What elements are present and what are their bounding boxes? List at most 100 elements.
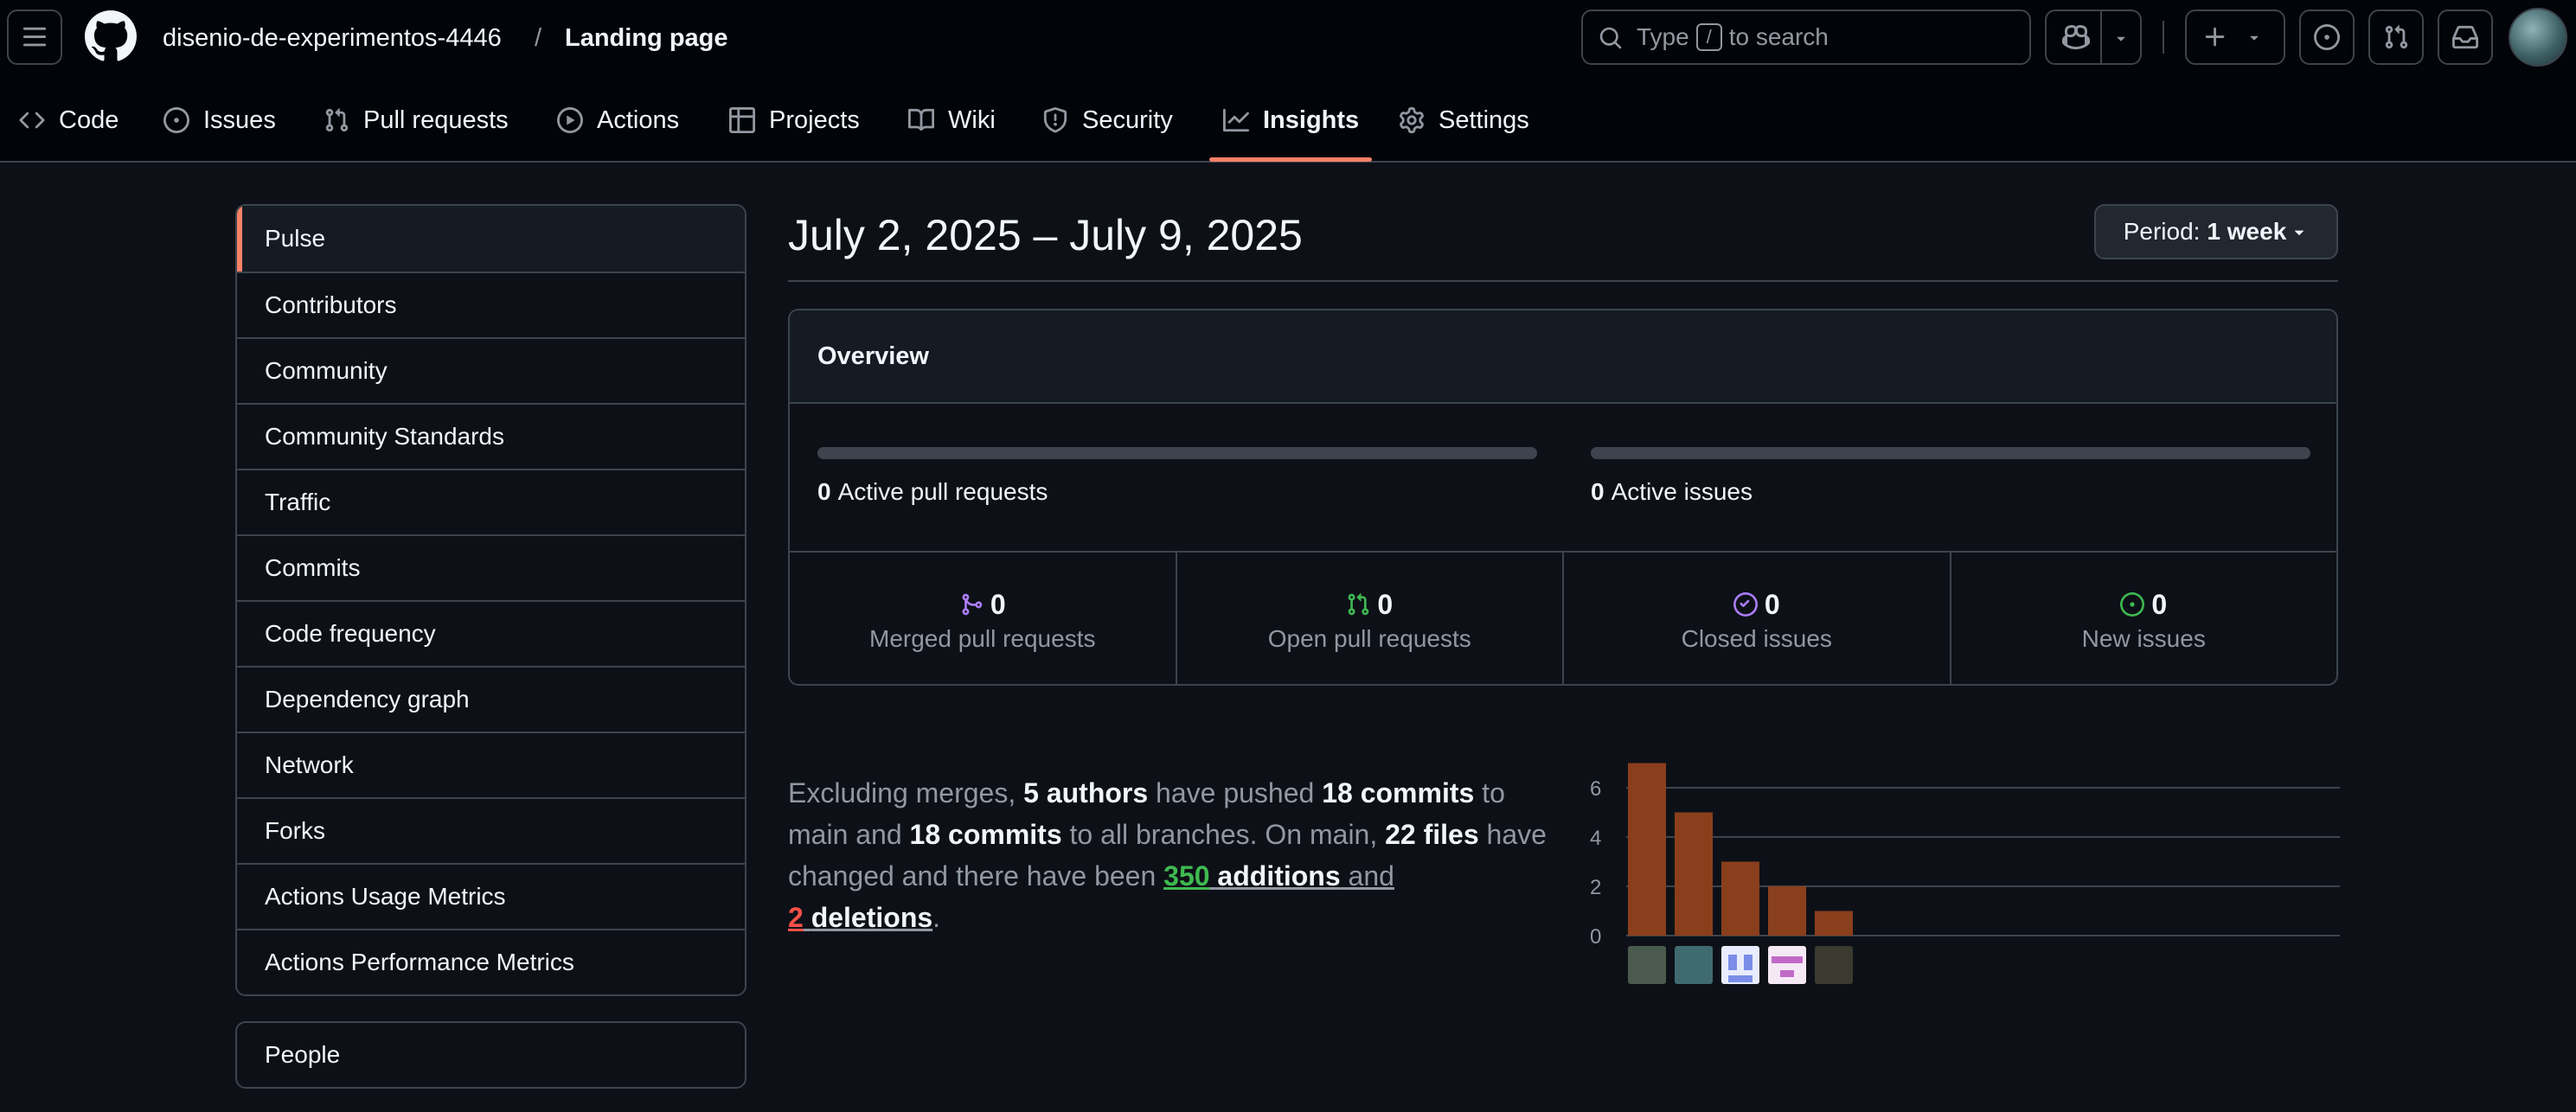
your-pull-requests-button[interactable] xyxy=(2368,10,2424,65)
tab-label: Projects xyxy=(769,105,860,134)
active-prs-link[interactable]: 0 Active pull requests xyxy=(817,478,1048,506)
identicon-block xyxy=(1728,955,1737,970)
period-value: 1 week xyxy=(2207,218,2287,245)
tab-label: Issues xyxy=(203,105,276,134)
overview-title: Overview xyxy=(790,310,2336,404)
y-tick-label: 6 xyxy=(1590,777,1601,801)
avatar[interactable] xyxy=(2509,8,2567,67)
toolbar-divider xyxy=(2163,21,2164,54)
github-logo-icon[interactable] xyxy=(85,10,137,62)
files-count: 22 files xyxy=(1385,819,1479,850)
stat-merged-prs[interactable]: 0 Merged pull requests xyxy=(790,553,1176,684)
stat-label: Open pull requests xyxy=(1267,625,1471,652)
stat-count: 0 xyxy=(1764,588,1780,620)
inbox-icon xyxy=(2452,25,2478,49)
identicon-block xyxy=(1744,955,1753,970)
search-icon xyxy=(1599,27,1622,49)
plus-icon xyxy=(2205,27,2225,47)
issue-closed-icon xyxy=(1733,592,1758,617)
tab-label: Actions xyxy=(597,105,680,134)
active-tab-indicator xyxy=(1209,157,1372,162)
sidebar-item-community-standards[interactable]: Community Standards xyxy=(237,403,745,469)
issue-opened-icon xyxy=(2314,24,2340,50)
tab-actions[interactable]: Actions xyxy=(557,93,679,147)
tab-security[interactable]: Security xyxy=(1042,93,1173,147)
sidebar-item-traffic[interactable]: Traffic xyxy=(237,469,745,534)
git-merge-icon xyxy=(962,593,983,616)
book-icon xyxy=(908,108,934,131)
pull-request-icon xyxy=(325,108,349,132)
copilot-icon xyxy=(2062,24,2090,50)
commits-all-count: 18 commits xyxy=(909,819,1062,850)
hamburger-icon xyxy=(22,27,47,47)
stat-open-prs[interactable]: 0 Open pull requests xyxy=(1175,553,1563,684)
active-prs-label: Active pull requests xyxy=(837,478,1048,505)
sidebar-item-community[interactable]: Community xyxy=(237,337,745,403)
create-new-button[interactable] xyxy=(2185,10,2285,65)
overview-panel: Overview 0 Active pull requests 0 Active i… xyxy=(788,309,2338,686)
additions-link[interactable]: 350 additions and xyxy=(1163,860,1394,892)
title-divider xyxy=(788,280,2338,282)
page-title: July 2, 2025 – July 9, 2025 xyxy=(788,211,1303,259)
deletions-count: 2 xyxy=(788,902,804,933)
period-dropdown[interactable]: Period: 1 week xyxy=(2094,204,2338,259)
copilot-divider xyxy=(2100,11,2102,63)
sidebar-item-pulse[interactable]: Pulse xyxy=(237,206,745,272)
deletions-link[interactable]: 2 deletions xyxy=(788,902,932,933)
tab-wiki[interactable]: Wiki xyxy=(908,93,996,147)
repo-owner-link[interactable]: disenio-de-experimentos-4446 xyxy=(163,22,502,54)
sidebar-item-forks[interactable]: Forks xyxy=(237,797,745,863)
y-tick-label: 4 xyxy=(1590,827,1601,850)
stats-row: 0 Merged pull requests 0 Open pull reque… xyxy=(790,551,2337,684)
your-issues-button[interactable] xyxy=(2299,10,2355,65)
play-icon xyxy=(557,107,583,133)
insights-sidebar: Pulse Contributors Community Community S… xyxy=(235,204,747,996)
stat-closed-issues[interactable]: 0 Closed issues xyxy=(1562,553,1950,684)
stat-label: Closed issues xyxy=(1681,625,1832,652)
sidebar-item-actions-performance-metrics[interactable]: Actions Performance Metrics xyxy=(237,929,745,994)
table-icon xyxy=(729,107,755,133)
sidebar-item-code-frequency[interactable]: Code frequency xyxy=(237,600,745,666)
top-bar: disenio-de-experimentos-4446 / Landing p… xyxy=(0,0,2576,163)
stat-count: 0 xyxy=(2151,588,2168,620)
additions-count: 350 xyxy=(1163,860,1210,892)
tab-pull-requests[interactable]: Pull requests xyxy=(324,93,509,147)
commit-summary: Excluding merges, 5 authors have pushed … xyxy=(788,772,1554,938)
stat-new-issues[interactable]: 0 New issues xyxy=(1949,553,2337,684)
code-icon xyxy=(19,112,45,129)
active-issues-link[interactable]: 0 Active issues xyxy=(1591,478,1753,506)
sidebar-item-dependency-graph[interactable]: Dependency graph xyxy=(237,666,745,732)
copilot-dropdown[interactable] xyxy=(2112,29,2130,47)
summary-text: have pushed xyxy=(1156,777,1315,808)
tab-label: Security xyxy=(1082,105,1173,134)
triangle-down-icon xyxy=(2250,35,2259,41)
menu-button[interactable] xyxy=(7,10,62,65)
search-suffix: to search xyxy=(1728,23,1829,50)
summary-text: and xyxy=(1348,860,1394,892)
inbox-button[interactable] xyxy=(2438,10,2493,65)
sidebar-item-actions-usage-metrics[interactable]: Actions Usage Metrics xyxy=(237,863,745,929)
bar xyxy=(1628,763,1666,936)
tab-label: Insights xyxy=(1263,105,1360,134)
repo-name-link[interactable]: Landing page xyxy=(565,22,728,54)
tab-issues[interactable]: Issues xyxy=(163,93,276,147)
sidebar-item-contributors[interactable]: Contributors xyxy=(237,272,745,337)
tab-settings[interactable]: Settings xyxy=(1399,93,1529,147)
stat-label: New issues xyxy=(2081,625,2206,652)
tab-projects[interactable]: Projects xyxy=(729,93,860,147)
active-prs-bar xyxy=(817,447,1537,459)
tab-insights[interactable]: Insights xyxy=(1223,93,1359,147)
summary-text: to all branches. On main, xyxy=(1069,819,1378,850)
search-input[interactable]: Type / to search xyxy=(1581,10,2031,65)
sidebar-item-network[interactable]: Network xyxy=(237,732,745,797)
sidebar-item-commits[interactable]: Commits xyxy=(237,534,745,600)
tab-label: Code xyxy=(59,105,119,134)
author-avatar xyxy=(1675,946,1713,984)
graph-icon xyxy=(1223,108,1249,132)
sidebar-item-people[interactable]: People xyxy=(235,1021,747,1089)
tab-code[interactable]: Code xyxy=(19,93,119,147)
identicon-block xyxy=(1728,975,1753,982)
issue-opened-icon xyxy=(2120,592,2145,617)
commits-by-author-chart: 0 2 4 6 xyxy=(1590,763,2340,984)
breadcrumb-separator: / xyxy=(535,24,542,52)
